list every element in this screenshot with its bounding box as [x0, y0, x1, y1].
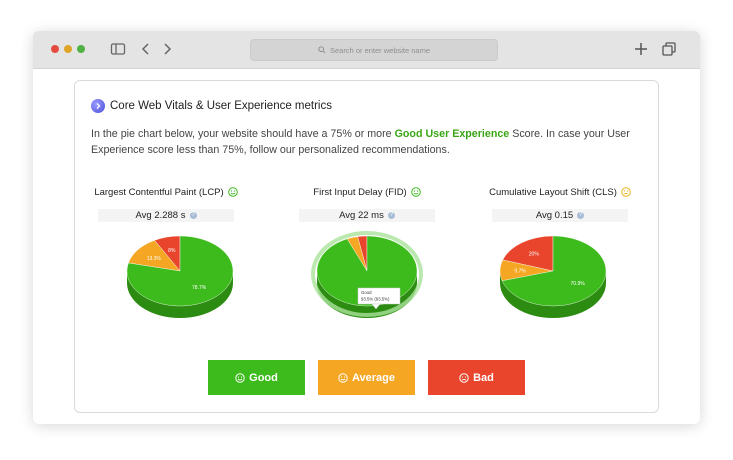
address-placeholder: Search or enter website name [329, 45, 431, 55]
close-window-button[interactable] [51, 45, 59, 53]
pie-chart-cls[interactable]: 20% 9.7% 70.9% [498, 229, 612, 329]
legend-good-button[interactable]: Good [208, 360, 305, 395]
pie-label-average: 9.7% [514, 269, 526, 275]
pie-label-good: 70.9% [571, 281, 586, 287]
address-bar[interactable]: Search or enter website name [250, 39, 498, 61]
metric-title-cls: Cumulative Layout Shift (CLS) [489, 186, 617, 198]
section-title: Core Web Vitals & User Experience metric… [110, 100, 332, 112]
neutral-face-icon [621, 187, 631, 197]
tooltip-value: 93.5% (93.5%) [361, 297, 390, 302]
browser-toolbar: Search or enter website name [33, 31, 700, 69]
vitals-icon [91, 99, 105, 113]
pie-label-average: 13.3% [147, 256, 162, 262]
metric-lcp: Largest Contentful Paint (LCP) Avg 2.288… [86, 185, 246, 222]
tab-overview-icon[interactable] [660, 40, 678, 58]
metric-avg-cls: Avg 0.15 [535, 210, 574, 221]
info-icon[interactable]: ? [387, 212, 395, 219]
search-icon [318, 46, 326, 54]
back-icon[interactable] [137, 40, 155, 58]
legend-bad-label: Bad [473, 371, 494, 384]
zoom-window-button[interactable] [77, 45, 85, 53]
smiley-icon [235, 372, 245, 383]
pie-label-bad: 8% [168, 248, 176, 254]
info-icon[interactable]: ? [577, 212, 585, 219]
intro-highlight: Good User Experience [394, 128, 510, 140]
legend-average-label: Average [351, 371, 395, 384]
neutral-face-icon [338, 372, 348, 383]
pie-label-good: 78.7% [192, 285, 207, 291]
info-icon[interactable]: ? [189, 212, 197, 219]
minimize-window-button[interactable] [64, 45, 72, 53]
tooltip-title: Good [361, 290, 372, 295]
smiley-icon [227, 187, 238, 197]
core-web-vitals-card: Core Web Vitals & User Experience metric… [74, 80, 659, 413]
legend-bad-button[interactable]: Bad [428, 360, 525, 395]
legend-average-button[interactable]: Average [318, 360, 415, 395]
metric-title-lcp: Largest Contentful Paint (LCP) [94, 186, 224, 198]
sidebar-icon[interactable] [109, 40, 127, 58]
pie-chart-fid[interactable]: Good 93.5% (93.5%) [309, 229, 425, 329]
metric-avg-fid: Avg 22 ms [339, 210, 384, 221]
new-tab-icon[interactable] [632, 40, 650, 58]
smiley-icon [410, 187, 421, 197]
legend-good-label: Good [249, 371, 278, 384]
sad-face-icon [459, 372, 469, 383]
intro-text-start: In the pie chart below, your website sho… [91, 128, 395, 140]
browser-window: Search or enter website name Core Web Vi… [33, 31, 700, 424]
section-heading: Core Web Vitals & User Experience metric… [91, 99, 332, 113]
metric-fid: First Input Delay (FID) Avg 22 ms ? [287, 185, 447, 222]
metric-avg-lcp: Avg 2.288 s [135, 210, 186, 221]
forward-icon[interactable] [158, 40, 176, 58]
pie-label-bad: 20% [529, 251, 540, 257]
intro-text: In the pie chart below, your website sho… [91, 127, 646, 158]
pie-chart-lcp[interactable]: 8% 13.3% 78.7% [125, 229, 239, 329]
metric-title-fid: First Input Delay (FID) [313, 186, 407, 198]
metric-cls: Cumulative Layout Shift (CLS) Avg 0.15 ? [480, 185, 640, 222]
